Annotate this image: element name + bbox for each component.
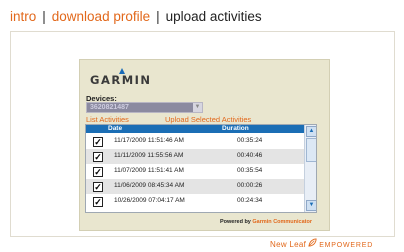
new-leaf-empowered-logo: New Leaf EMPOWERED xyxy=(270,238,373,249)
garmin-logo-text: GARMIN xyxy=(90,73,152,87)
column-header-duration: Duration xyxy=(222,125,249,132)
garmin-communicator-link[interactable]: Garmin Communicator xyxy=(252,219,312,225)
scroll-down-icon[interactable]: ▼ xyxy=(306,200,316,211)
table-row: ✓ 11/06/2009 08:45:34 AM 00:00:26 xyxy=(86,179,305,194)
row-duration: 00:35:54 xyxy=(237,167,263,174)
table-row: ✓ 11/11/2009 11:55:56 AM 00:40:46 xyxy=(86,149,305,164)
row-duration: 00:35:24 xyxy=(237,137,263,144)
device-select-value: 3620821487 xyxy=(90,104,129,111)
nav-separator: | xyxy=(42,9,46,24)
list-activities-link[interactable]: List Activities xyxy=(86,115,129,124)
table-row: ✓ 10/26/2009 07:04:17 AM 00:24:34 xyxy=(86,194,305,209)
row-date: 11/11/2009 11:55:56 AM xyxy=(114,152,184,159)
tab-navigation: intro | download profile | upload activities xyxy=(10,8,262,26)
footer-brand-part2: EMPOWERED xyxy=(319,242,374,249)
tab-download-profile[interactable]: download profile xyxy=(52,9,150,24)
row-checkbox[interactable]: ✓ xyxy=(93,152,103,162)
powered-by-text: Powered by Garmin Communicator xyxy=(220,219,312,225)
footer-brand-part1: New Leaf xyxy=(270,240,307,249)
row-date: 10/26/2009 07:04:17 AM xyxy=(114,197,185,204)
tab-upload-activities[interactable]: upload activities xyxy=(166,9,262,24)
column-header-date: Date xyxy=(108,125,123,132)
row-duration: 00:00:26 xyxy=(237,182,263,189)
row-date: 11/17/2009 11:51:46 AM xyxy=(114,137,184,144)
row-checkbox[interactable]: ✓ xyxy=(93,167,103,177)
powered-by-prefix: Powered by xyxy=(220,219,251,225)
scrollbar-thumb[interactable] xyxy=(306,138,316,162)
upload-selected-activities-link[interactable]: Upload Selected Activities xyxy=(165,115,251,124)
row-duration: 00:40:46 xyxy=(237,152,263,159)
row-checkbox[interactable]: ✓ xyxy=(93,137,103,147)
scroll-up-icon[interactable]: ▲ xyxy=(306,126,316,137)
nav-separator: | xyxy=(156,9,160,24)
row-checkbox[interactable]: ✓ xyxy=(93,197,103,207)
activities-table: Date Duration ✓ 11/17/2009 11:51:46 AM 0… xyxy=(85,124,317,213)
row-duration: 00:24:34 xyxy=(237,197,263,204)
row-date: 11/07/2009 11:51:41 AM xyxy=(114,167,184,174)
device-select[interactable]: 3620821487 ▼ xyxy=(86,102,203,113)
row-checkbox[interactable]: ✓ xyxy=(93,182,103,192)
table-header: Date Duration xyxy=(86,125,305,133)
leaf-icon xyxy=(308,238,317,249)
row-date: 11/06/2009 08:45:34 AM xyxy=(114,182,185,189)
garmin-plugin-panel: GARMIN Devices: 3620821487 ▼ List Activi… xyxy=(79,59,330,231)
table-scrollbar[interactable]: ▲ ▼ xyxy=(304,125,316,212)
tab-intro[interactable]: intro xyxy=(10,9,36,24)
chevron-down-icon[interactable]: ▼ xyxy=(193,103,202,112)
table-row: ✓ 11/07/2009 11:51:41 AM 00:35:54 xyxy=(86,164,305,179)
table-row: ✓ 11/17/2009 11:51:46 AM 00:35:24 xyxy=(86,134,305,149)
